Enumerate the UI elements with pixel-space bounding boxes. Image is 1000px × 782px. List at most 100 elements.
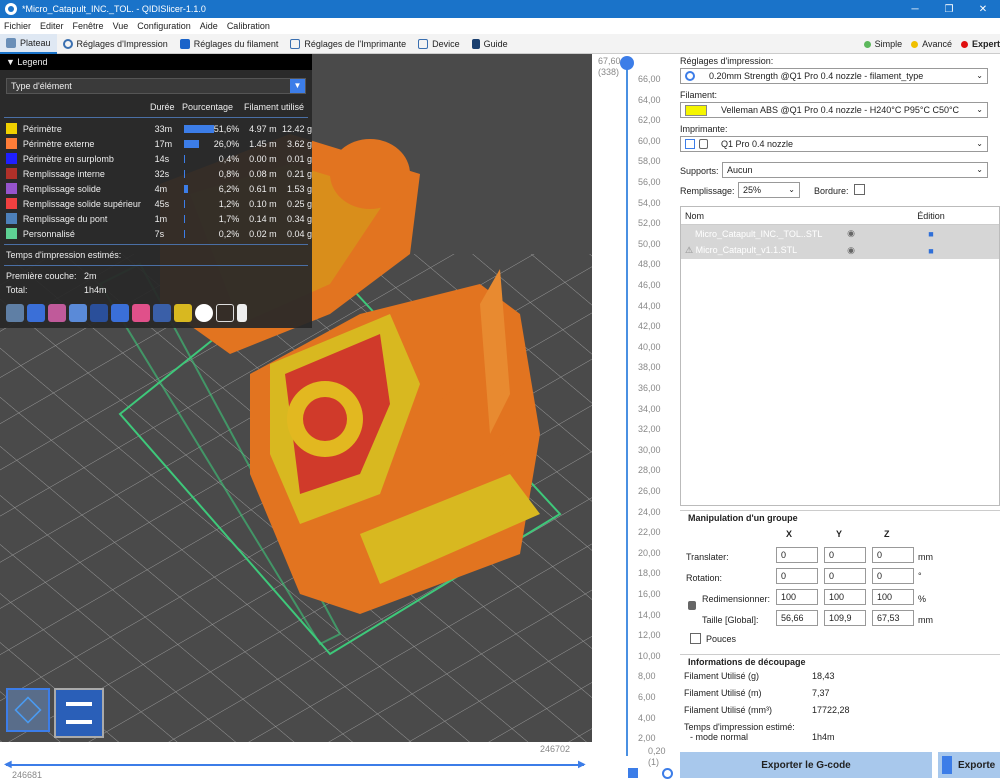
hslider-left-value: 246681 [12, 770, 43, 780]
menu-file[interactable]: Fichier [4, 21, 31, 31]
legend-swatch [6, 228, 17, 239]
scale-x-input[interactable]: 100 [776, 589, 818, 605]
seams-icon[interactable] [90, 304, 108, 322]
legend-row[interactable]: Personnalisé 7s 0,2% 0.02 m 0.04 g [0, 226, 312, 241]
layer-slider-track[interactable] [626, 66, 628, 756]
filament-color-swatch[interactable] [685, 105, 707, 116]
legend-row[interactable]: Remplissage interne 32s 0,8% 0.08 m 0.21 g [0, 166, 312, 181]
brim-checkbox[interactable] [854, 184, 865, 195]
rotation-y-input[interactable]: 0 [824, 568, 866, 584]
print-settings-combo[interactable]: 0.20mm Strength @Q1 Pro 0.4 nozzle - fil… [680, 68, 988, 84]
center-of-gravity-icon[interactable] [195, 304, 213, 322]
size-x-input[interactable]: 56,66 [776, 610, 818, 626]
layer-tick-label: 8,00 [638, 671, 656, 682]
eye-icon[interactable]: ◉ [839, 245, 863, 256]
rotation-z-input[interactable]: 0 [872, 568, 914, 584]
legend-row[interactable]: Périmètre en surplomb 14s 0,4% 0.00 m 0.01 g [0, 151, 312, 166]
close-button[interactable]: ✕ [966, 4, 1000, 15]
wipe-icon[interactable] [27, 304, 45, 322]
mode-expert[interactable]: Expert [960, 39, 1000, 49]
legend-row[interactable]: Périmètre 33m 51,6% 4.97 m 12.42 g [0, 121, 312, 136]
deretractions-icon[interactable] [69, 304, 87, 322]
size-z-input[interactable]: 67,53 [872, 610, 914, 626]
view-layers-button[interactable] [54, 688, 104, 738]
tab-guide[interactable]: Guide [466, 34, 514, 54]
mode-simple[interactable]: Simple [863, 39, 902, 49]
tab-print-settings[interactable]: Réglages d'Impression [57, 34, 174, 54]
gear-icon[interactable] [662, 768, 673, 779]
object-row[interactable]: Micro_Catapult_INC._TOL..STL ◉ ■ [681, 225, 999, 242]
legend-row-name: Périmètre en surplomb [22, 153, 114, 164]
color-changes-icon[interactable] [132, 304, 150, 322]
supports-combo[interactable]: Aucun ⌄ [722, 162, 988, 178]
legend-row[interactable]: Remplissage du pont 1m 1,7% 0.14 m 0.34 g [0, 211, 312, 226]
legend-view-type-select[interactable]: Type d'élément ▼ [6, 78, 306, 94]
horizontal-move-slider[interactable]: 246702 ◀ ▶ 246681 [0, 742, 592, 782]
tool-marker-icon[interactable] [237, 304, 247, 322]
menu-edit[interactable]: Editer [40, 21, 64, 31]
window-title: *Micro_Catapult_INC._TOL. - QIDISlicer-1… [22, 4, 206, 14]
tab-device[interactable]: Device [412, 34, 466, 54]
lock-icon[interactable] [628, 768, 638, 778]
layer-bottom-index: (1) [648, 757, 659, 767]
export-secondary-button[interactable]: Exporte [938, 752, 1000, 778]
legend-columns: Durée Pourcentage Filament utilisé [150, 102, 305, 112]
layer-top-value: 67,60 [598, 56, 621, 66]
scale-y-input[interactable]: 100 [824, 589, 866, 605]
legend-row-bar-fill [184, 124, 214, 133]
tab-printer-settings[interactable]: Réglages de l'Imprimante [284, 34, 412, 54]
menu-help[interactable]: Aide [200, 21, 218, 31]
legend-row[interactable]: Périmètre externe 17m 26,0% 1.45 m 3.62 g [0, 136, 312, 151]
legend-row-time: 14s [154, 153, 170, 164]
legend-header[interactable]: ▼ Legend [0, 54, 312, 70]
eye-icon[interactable]: ◉ [839, 228, 863, 239]
tool-changes-icon[interactable] [111, 304, 129, 322]
menu-view[interactable]: Vue [113, 21, 129, 31]
translate-x-input[interactable]: 0 [776, 547, 818, 563]
pause-icon[interactable] [153, 304, 171, 322]
export-gcode-button[interactable]: Exporter le G-code [680, 752, 932, 778]
edit-icon[interactable]: ■ [863, 229, 999, 239]
hslider-track[interactable] [6, 764, 584, 766]
minimize-button[interactable]: ─ [898, 4, 932, 15]
retractions-icon[interactable] [48, 304, 66, 322]
custom-gcode-icon[interactable] [174, 304, 192, 322]
object-row[interactable]: ⚠ Micro_Catapult_v1.1.STL ◉ ■ [681, 242, 999, 259]
chevron-down-icon: ⌄ [788, 185, 795, 194]
maximize-button[interactable]: ❐ [932, 4, 966, 15]
legend-row-bar-fill [184, 214, 186, 223]
size-y-input[interactable]: 109,9 [824, 610, 866, 626]
expert-dot-icon [960, 40, 968, 48]
filament-combo[interactable]: Velleman ABS @Q1 Pro 0.4 nozzle - H240°C… [680, 102, 988, 118]
infill-combo[interactable]: 25% ⌄ [738, 182, 800, 198]
arrow-right-icon[interactable]: ▶ [578, 759, 586, 770]
menu-window[interactable]: Fenêtre [73, 21, 104, 31]
printer-combo[interactable]: Q1 Pro 0.4 nozzle ⌄ [680, 136, 988, 152]
travel-icon[interactable] [6, 304, 24, 322]
supports-label: Supports: [680, 166, 719, 176]
mode-advanced[interactable]: Avancé [911, 39, 952, 49]
translate-z-input[interactable]: 0 [872, 547, 914, 563]
upper-thumb-icon[interactable] [620, 56, 634, 70]
tab-filament-settings[interactable]: Réglages du filament [174, 34, 285, 54]
arrow-left-icon[interactable]: ◀ [4, 759, 12, 770]
layer-tick-label: 66,00 [638, 74, 661, 84]
legend-separator [4, 117, 308, 118]
legend-row[interactable]: Remplissage solide 4m 6,2% 0.61 m 1.53 g [0, 181, 312, 196]
translate-y-input[interactable]: 0 [824, 547, 866, 563]
scale-z-input[interactable]: 100 [872, 589, 914, 605]
shells-icon[interactable] [216, 304, 234, 322]
edit-icon[interactable]: ■ [863, 246, 999, 256]
layer-slider[interactable]: 67,60 (338) 66,00 64,00 62,00 60,00 58,00 56,… [592, 54, 680, 782]
lock-icon[interactable] [688, 601, 696, 610]
hslider-right-value: 246702 [539, 744, 570, 754]
view-3d-button[interactable] [6, 688, 50, 732]
menu-configuration[interactable]: Configuration [137, 21, 191, 31]
filament-label: Filament: [680, 90, 718, 100]
monitor-icon [418, 38, 429, 49]
menu-calibration[interactable]: Calibration [227, 21, 270, 31]
legend-row[interactable]: Remplissage solide supérieur 45s 1,2% 0.10 … [0, 196, 312, 211]
tab-plater[interactable]: Plateau [0, 33, 57, 54]
rotation-x-input[interactable]: 0 [776, 568, 818, 584]
inches-checkbox[interactable] [690, 633, 701, 644]
